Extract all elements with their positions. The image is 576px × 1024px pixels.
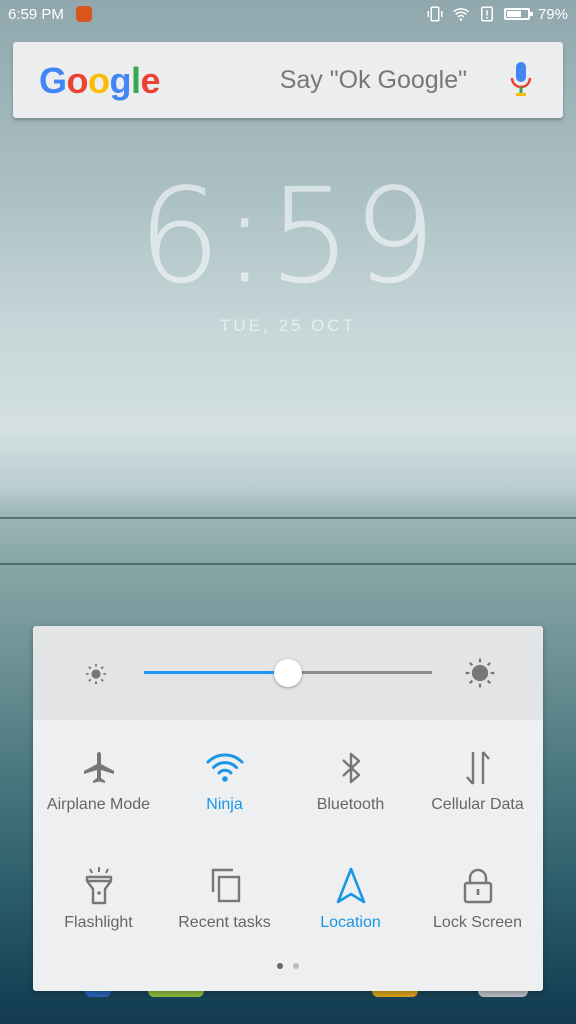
dock-app-peek xyxy=(478,991,528,997)
dock-app-peek xyxy=(148,991,204,997)
lockscreen-date: TUE, 25 OCT xyxy=(220,316,356,335)
wallpaper-horizon-line xyxy=(0,563,576,565)
page-dot[interactable] xyxy=(293,963,300,969)
battery-percent: 79% xyxy=(537,5,568,23)
brightness-slider-fill xyxy=(144,671,288,674)
vibrate-icon xyxy=(427,6,443,22)
google-logo: Google xyxy=(39,60,161,101)
location-icon xyxy=(336,867,365,904)
tile-label: Cellular Data xyxy=(431,796,524,813)
cellular-data-icon xyxy=(465,751,490,785)
tile-label: Ninja xyxy=(206,796,243,813)
status-bar: 6:59 PM 79% xyxy=(0,0,576,30)
notification-app-icon xyxy=(76,6,92,22)
bluetooth-icon xyxy=(341,752,360,784)
battery-icon xyxy=(503,8,533,20)
lock-icon xyxy=(463,868,492,904)
tile-airplane-mode[interactable]: Airplane Mode xyxy=(35,748,162,814)
status-time: 6:59 PM xyxy=(8,6,64,23)
no-sim-icon xyxy=(480,6,493,22)
page-dot-active[interactable] xyxy=(276,963,283,969)
tile-label: Flashlight xyxy=(64,914,133,931)
status-icons: 79% xyxy=(426,5,568,23)
tile-lock-screen[interactable]: Lock Screen xyxy=(414,866,541,932)
tile-bluetooth[interactable]: Bluetooth xyxy=(287,748,414,814)
brightness-row xyxy=(33,626,543,720)
tile-label: Recent tasks xyxy=(178,914,271,931)
google-search-bar[interactable]: Google Say "Ok Google" xyxy=(13,42,563,118)
wifi-status-icon xyxy=(452,8,469,21)
quick-settings-panel: Airplane Mode Ninja Bluetooth Cellular D… xyxy=(33,626,543,991)
dock-app-peek xyxy=(372,991,418,997)
dock-app-peek xyxy=(85,991,111,997)
airplane-icon xyxy=(83,752,114,783)
tile-wifi[interactable]: Ninja xyxy=(161,748,288,814)
tile-label: Lock Screen xyxy=(433,914,522,931)
tile-label: Location xyxy=(320,914,381,931)
tile-recent-tasks[interactable]: Recent tasks xyxy=(161,866,288,932)
quick-settings-tiles: Airplane Mode Ninja Bluetooth Cellular D… xyxy=(33,720,543,991)
brightness-low-icon xyxy=(85,663,107,685)
lockscreen-clock: 6:59 xyxy=(138,160,438,313)
search-hint: Say "Ok Google" xyxy=(279,66,467,94)
microphone-icon[interactable] xyxy=(509,62,533,98)
wifi-icon xyxy=(206,753,243,782)
wallpaper-horizon-line xyxy=(0,517,576,519)
tile-flashlight[interactable]: Flashlight xyxy=(35,866,162,932)
tile-label: Bluetooth xyxy=(316,796,385,813)
brightness-high-icon xyxy=(465,658,495,688)
tile-location[interactable]: Location xyxy=(287,866,414,932)
page-indicator xyxy=(33,956,543,974)
brightness-slider-thumb[interactable] xyxy=(274,659,302,687)
recent-tasks-icon xyxy=(211,868,240,903)
tile-cellular-data[interactable]: Cellular Data xyxy=(414,748,541,814)
tile-label: Airplane Mode xyxy=(46,796,151,813)
flashlight-icon xyxy=(85,867,112,905)
